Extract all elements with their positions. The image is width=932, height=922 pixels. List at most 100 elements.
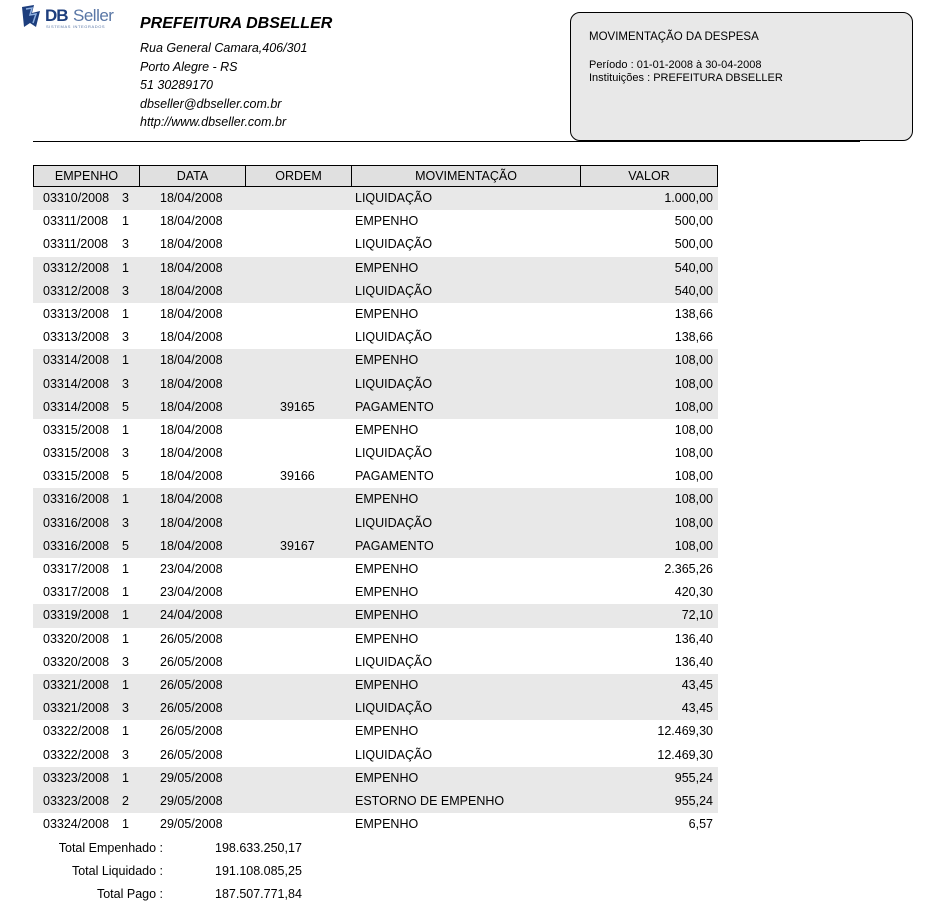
table-row: 03320/2008 3 26/05/2008 LIQUIDAÇÃO 136,40 [33,651,718,674]
cell-data: 26/05/2008 [160,701,223,716]
cell-data: 18/04/2008 [160,237,223,252]
cell-movimentacao: EMPENHO [355,353,419,368]
cell-valor: 540,00 [674,283,713,298]
logo-brand-light: Seller [73,6,114,25]
cell-data: 29/05/2008 [160,770,223,785]
cell-tipo: 1 [122,353,129,368]
table-row: 03322/2008 3 26/05/2008 LIQUIDAÇÃO 12.469,30 [33,744,718,767]
cell-data: 18/04/2008 [160,538,223,553]
cell-tipo: 1 [122,770,129,785]
cell-tipo: 3 [122,191,129,205]
cell-valor: 6,57 [688,817,713,832]
total-label: Total Liquidado : [71,864,163,879]
table-body: 03310/2008 3 18/04/2008 LIQUIDAÇÃO 1.000,00 0… [33,187,718,836]
cell-movimentacao: LIQUIDAÇÃO [355,330,433,345]
cell-tipo: 3 [122,446,129,461]
cell-movimentacao: EMPENHO [355,214,419,229]
cell-movimentacao: LIQUIDAÇÃO [355,747,433,762]
table-row: 03314/2008 5 18/04/2008 39165 PAGAMENTO 108,0… [33,395,718,419]
cell-valor: 108,00 [674,446,713,461]
cell-tipo: 3 [122,283,129,298]
table-row: 03311/2008 3 18/04/2008 LIQUIDAÇÃO 500,00 [33,233,718,256]
cell-movimentacao: EMPENHO [355,492,419,507]
cell-data: 18/04/2008 [160,492,223,507]
cell-tipo: 5 [122,538,129,553]
cell-data: 18/04/2008 [160,283,223,298]
cell-empenho: 03317/2008 [43,562,110,576]
cell-valor: 2.365,26 [664,562,713,576]
cell-valor: 43,45 [681,701,713,716]
cell-valor: 955,24 [674,793,713,808]
cell-tipo: 1 [122,214,129,229]
table-row: 03321/2008 1 26/05/2008 EMPENHO 43,45 [33,673,718,698]
cell-valor: 43,45 [681,677,713,692]
header-movimentacao: MOVIMENTAÇÃO [352,166,581,186]
organization-name: PREFEITURA DBSELLER [140,15,333,32]
cell-tipo: 3 [122,654,129,669]
organization-email: dbseller@dbseller.com.br [140,96,282,111]
cell-data: 18/04/2008 [160,376,223,391]
cell-valor: 108,00 [674,376,713,391]
cell-movimentacao: EMPENHO [355,770,419,785]
cell-valor: 955,24 [674,770,713,785]
cell-tipo: 1 [122,492,129,507]
cell-tipo: 1 [122,260,129,275]
cell-tipo: 3 [122,376,129,391]
cell-empenho: 03314/2008 [43,353,110,368]
cell-empenho: 03312/2008 [43,283,110,298]
cell-tipo: 1 [122,306,129,321]
organization-city: Porto Alegre - RS [140,59,238,74]
table-row: 03316/2008 5 18/04/2008 39167 PAGAMENTO 108,0… [33,534,718,558]
header-data: DATA [140,166,246,186]
cell-movimentacao: EMPENHO [355,260,419,275]
cell-empenho: 03314/2008 [43,376,110,391]
cell-valor: 108,00 [674,353,713,368]
cell-empenho: 03315/2008 [43,469,110,484]
cell-valor: 138,66 [674,330,713,345]
cell-valor: 108,00 [674,515,713,530]
cell-empenho: 03311/2008 [43,237,109,252]
total-value: 187.507.771,84 [215,887,302,902]
cell-tipo: 3 [122,330,129,345]
cell-valor: 108,00 [674,399,713,414]
total-label: Total Empenhado : [58,841,163,855]
cell-tipo: 2 [122,793,129,808]
table-row: 03313/2008 1 18/04/2008 EMPENHO 138,66 [33,303,718,326]
report-title: MOVIMENTAÇÃO DA DESPESA [589,31,759,43]
cell-valor: 136,40 [674,654,713,669]
cell-empenho: 03315/2008 [43,446,110,461]
table-row: 03324/2008 1 29/05/2008 EMPENHO 6,57 [33,813,718,836]
cell-ordem: 39165 [280,399,315,414]
cell-tipo: 3 [122,515,129,530]
table-header: EMPENHO DATA ORDEM MOVIMENTAÇÃO VALOR [33,165,718,187]
logo-subtitle: SISTEMAS INTEGRADOS [46,24,106,29]
cell-data: 29/05/2008 [160,817,223,832]
cell-movimentacao: EMPENHO [355,631,419,646]
cell-movimentacao: LIQUIDAÇÃO [355,283,433,298]
cell-data: 18/04/2008 [160,330,223,345]
cell-ordem: 39167 [280,538,315,553]
cell-valor: 72,10 [681,608,713,623]
cell-data: 26/05/2008 [160,677,223,692]
cell-tipo: 1 [122,585,129,600]
cell-movimentacao: EMPENHO [355,817,419,832]
cell-empenho: 03316/2008 [43,492,110,507]
cell-empenho: 03311/2008 [43,214,109,229]
cell-tipo: 3 [122,237,129,252]
header-ordem: ORDEM [246,166,352,186]
cell-empenho: 03322/2008 [43,747,110,762]
cell-valor: 500,00 [674,214,713,229]
cell-data: 24/04/2008 [160,608,223,623]
cell-movimentacao: LIQUIDAÇÃO [355,654,433,669]
cell-data: 18/04/2008 [160,399,223,414]
cell-movimentacao: EMPENHO [355,677,419,692]
cell-valor: 108,00 [674,492,713,507]
table-row: 03323/2008 2 29/05/2008 ESTORNO DE EMPENHO 9… [33,789,718,814]
organization-address: Rua General Camara,406/301 [140,41,308,55]
cell-movimentacao: LIQUIDAÇÃO [355,701,433,716]
cell-empenho: 03314/2008 [43,399,110,414]
table-row: 03321/2008 3 26/05/2008 LIQUIDAÇÃO 43,45 [33,697,718,721]
table-row: 03317/2008 1 23/04/2008 EMPENHO 420,30 [33,581,718,604]
total-value: 191.108.085,25 [215,864,302,879]
cell-empenho: 03313/2008 [43,330,110,345]
